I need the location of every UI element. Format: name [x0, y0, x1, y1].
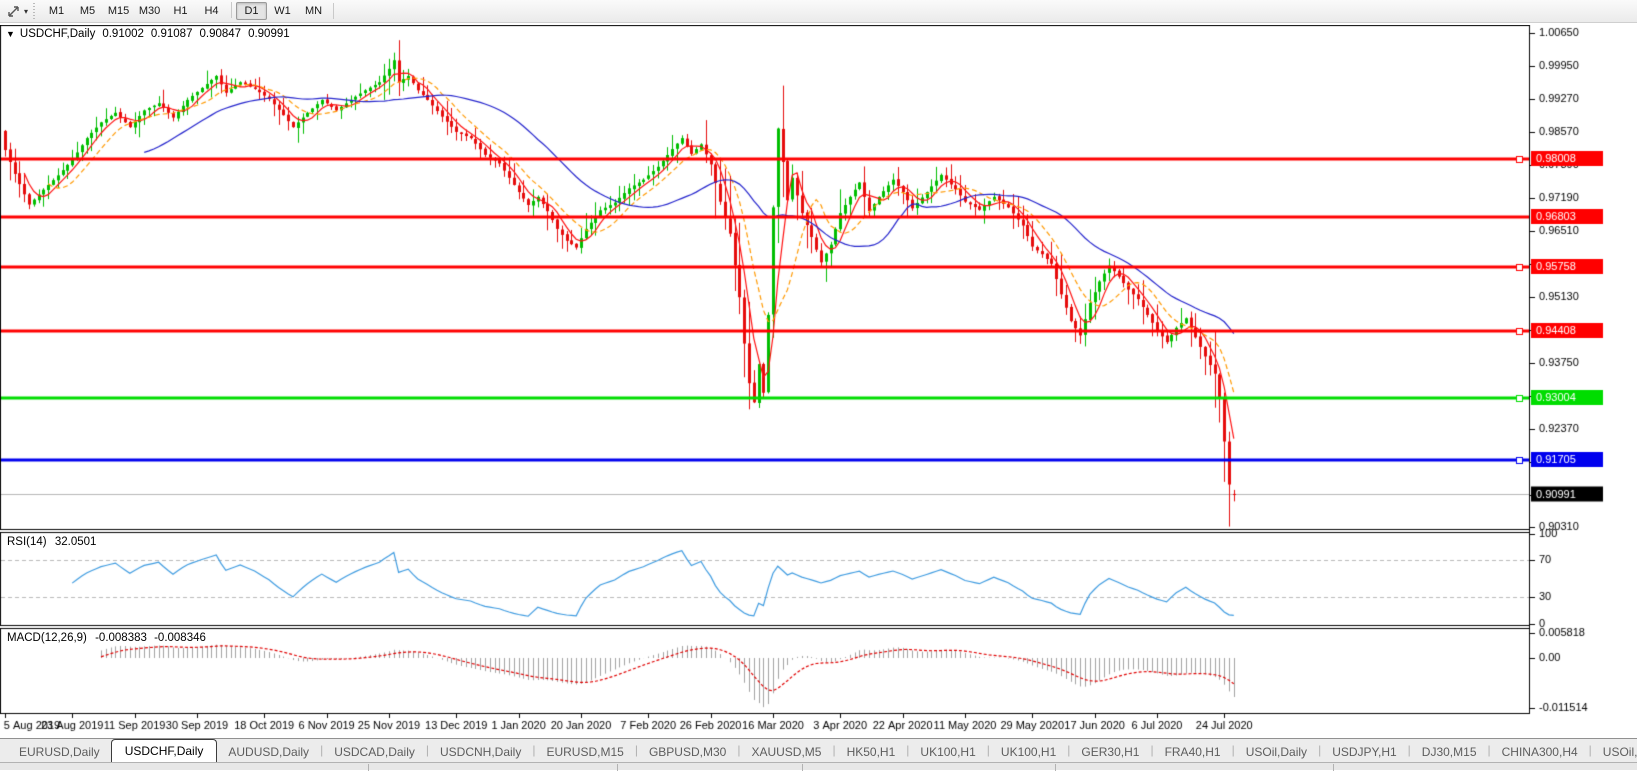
timeframe-button-m15[interactable]: M15: [103, 2, 134, 20]
chart-region: ▼ USDCHF,Daily 0.91002 0.91087 0.90847 0.9099…: [0, 25, 1637, 737]
status-bar: [0, 762, 1637, 771]
tab-usdchf-daily[interactable]: USDCHF,Daily: [110, 739, 218, 762]
bar-low-value: 0.90847: [199, 28, 242, 40]
macd-name: MACD(12,26,9): [7, 632, 87, 644]
bar-high-value: 0.91087: [150, 28, 193, 40]
tab-eurusd-daily[interactable]: EURUSD,Daily: [8, 741, 111, 762]
tab-xauusd-m5[interactable]: XAUUSD,M5: [740, 741, 832, 762]
tab-dj30-m15[interactable]: DJ30,M15: [1411, 741, 1488, 762]
timeframe-button-h1[interactable]: H1: [165, 2, 196, 20]
tab-usdcad-daily[interactable]: USDCAD,Daily: [323, 741, 426, 762]
tab-usdjpy-h1[interactable]: USDJPY,H1: [1321, 741, 1407, 762]
bar-open-value: 0.91002: [102, 28, 144, 40]
tab-usdcnh-daily[interactable]: USDCNH,Daily: [429, 741, 532, 762]
tab-eurusd-m15[interactable]: EURUSD,M15: [535, 741, 634, 762]
tab-ger30-h1[interactable]: GER30,H1: [1070, 741, 1150, 762]
rsi-name: RSI(14): [7, 536, 47, 548]
timeframe-button-w1[interactable]: W1: [267, 2, 298, 20]
tab-china300-h4[interactable]: CHINA300,H4: [1491, 741, 1589, 762]
cursor-tool-dropdown-icon[interactable]: ▾: [24, 7, 28, 16]
chart-symbol-label: USDCHF,Daily: [19, 28, 96, 40]
timeframe-buttons: M1 M5 M15 M30 H1 H4 D1 W1 MN: [41, 2, 329, 20]
tab-usoil-h[interactable]: USOil,H: [1592, 741, 1637, 762]
toolbar-separator: [333, 3, 335, 19]
timeframe-button-m30[interactable]: M30: [134, 2, 165, 20]
macd-signal-value: -0.008346: [154, 632, 206, 644]
bar-close-value: 0.90991: [248, 28, 290, 40]
chart-title: ▼ USDCHF,Daily 0.91002 0.91087 0.90847 0.9099…: [6, 28, 290, 40]
rsi-indicator-label: RSI(14) 32.0501: [7, 536, 96, 548]
timeframe-button-h4[interactable]: H4: [196, 2, 227, 20]
timeframe-button-m1[interactable]: M1: [41, 2, 72, 20]
tab-usoil-daily[interactable]: USOil,Daily: [1235, 741, 1318, 762]
macd-main-value: -0.008383: [95, 632, 147, 644]
timeframe-button-d1[interactable]: D1: [236, 2, 268, 20]
symbol-tab-bar: EURUSD,Daily USDCHF,Daily AUDUSD,Daily | USD…: [0, 738, 1637, 762]
timeframe-button-m5[interactable]: M5: [72, 2, 103, 20]
tab-uk100-h1[interactable]: UK100,H1: [909, 741, 986, 762]
price-chart-canvas[interactable]: [0, 25, 1637, 737]
timeframe-toolbar: ▾ M1 M5 M15 M30 H1 H4 D1 W1 MN: [0, 0, 1637, 23]
toolbar-grip-handle[interactable]: [33, 3, 36, 19]
tab-fra40-h1[interactable]: FRA40,H1: [1154, 741, 1232, 762]
tab-audusd-daily[interactable]: AUDUSD,Daily: [217, 741, 320, 762]
cursor-tool-icon[interactable]: [4, 3, 24, 19]
macd-indicator-label: MACD(12,26,9) -0.008383 -0.008346: [7, 632, 206, 644]
chart-context-dropdown-icon[interactable]: ▼: [6, 29, 15, 39]
timeframe-button-mn[interactable]: MN: [298, 2, 329, 20]
rsi-current-value: 32.0501: [54, 536, 97, 548]
tab-uk100-h1[interactable]: UK100,H1: [990, 741, 1067, 762]
trading-terminal: { "toolbar": { "timeframes": ["M1","M5",…: [0, 0, 1637, 771]
tab-gbpusd-m30[interactable]: GBPUSD,M30: [638, 741, 737, 762]
symbol-tabs: EURUSD,Daily USDCHF,Daily AUDUSD,Daily | USD…: [8, 739, 1637, 762]
tab-hk50-h1[interactable]: HK50,H1: [836, 741, 907, 762]
